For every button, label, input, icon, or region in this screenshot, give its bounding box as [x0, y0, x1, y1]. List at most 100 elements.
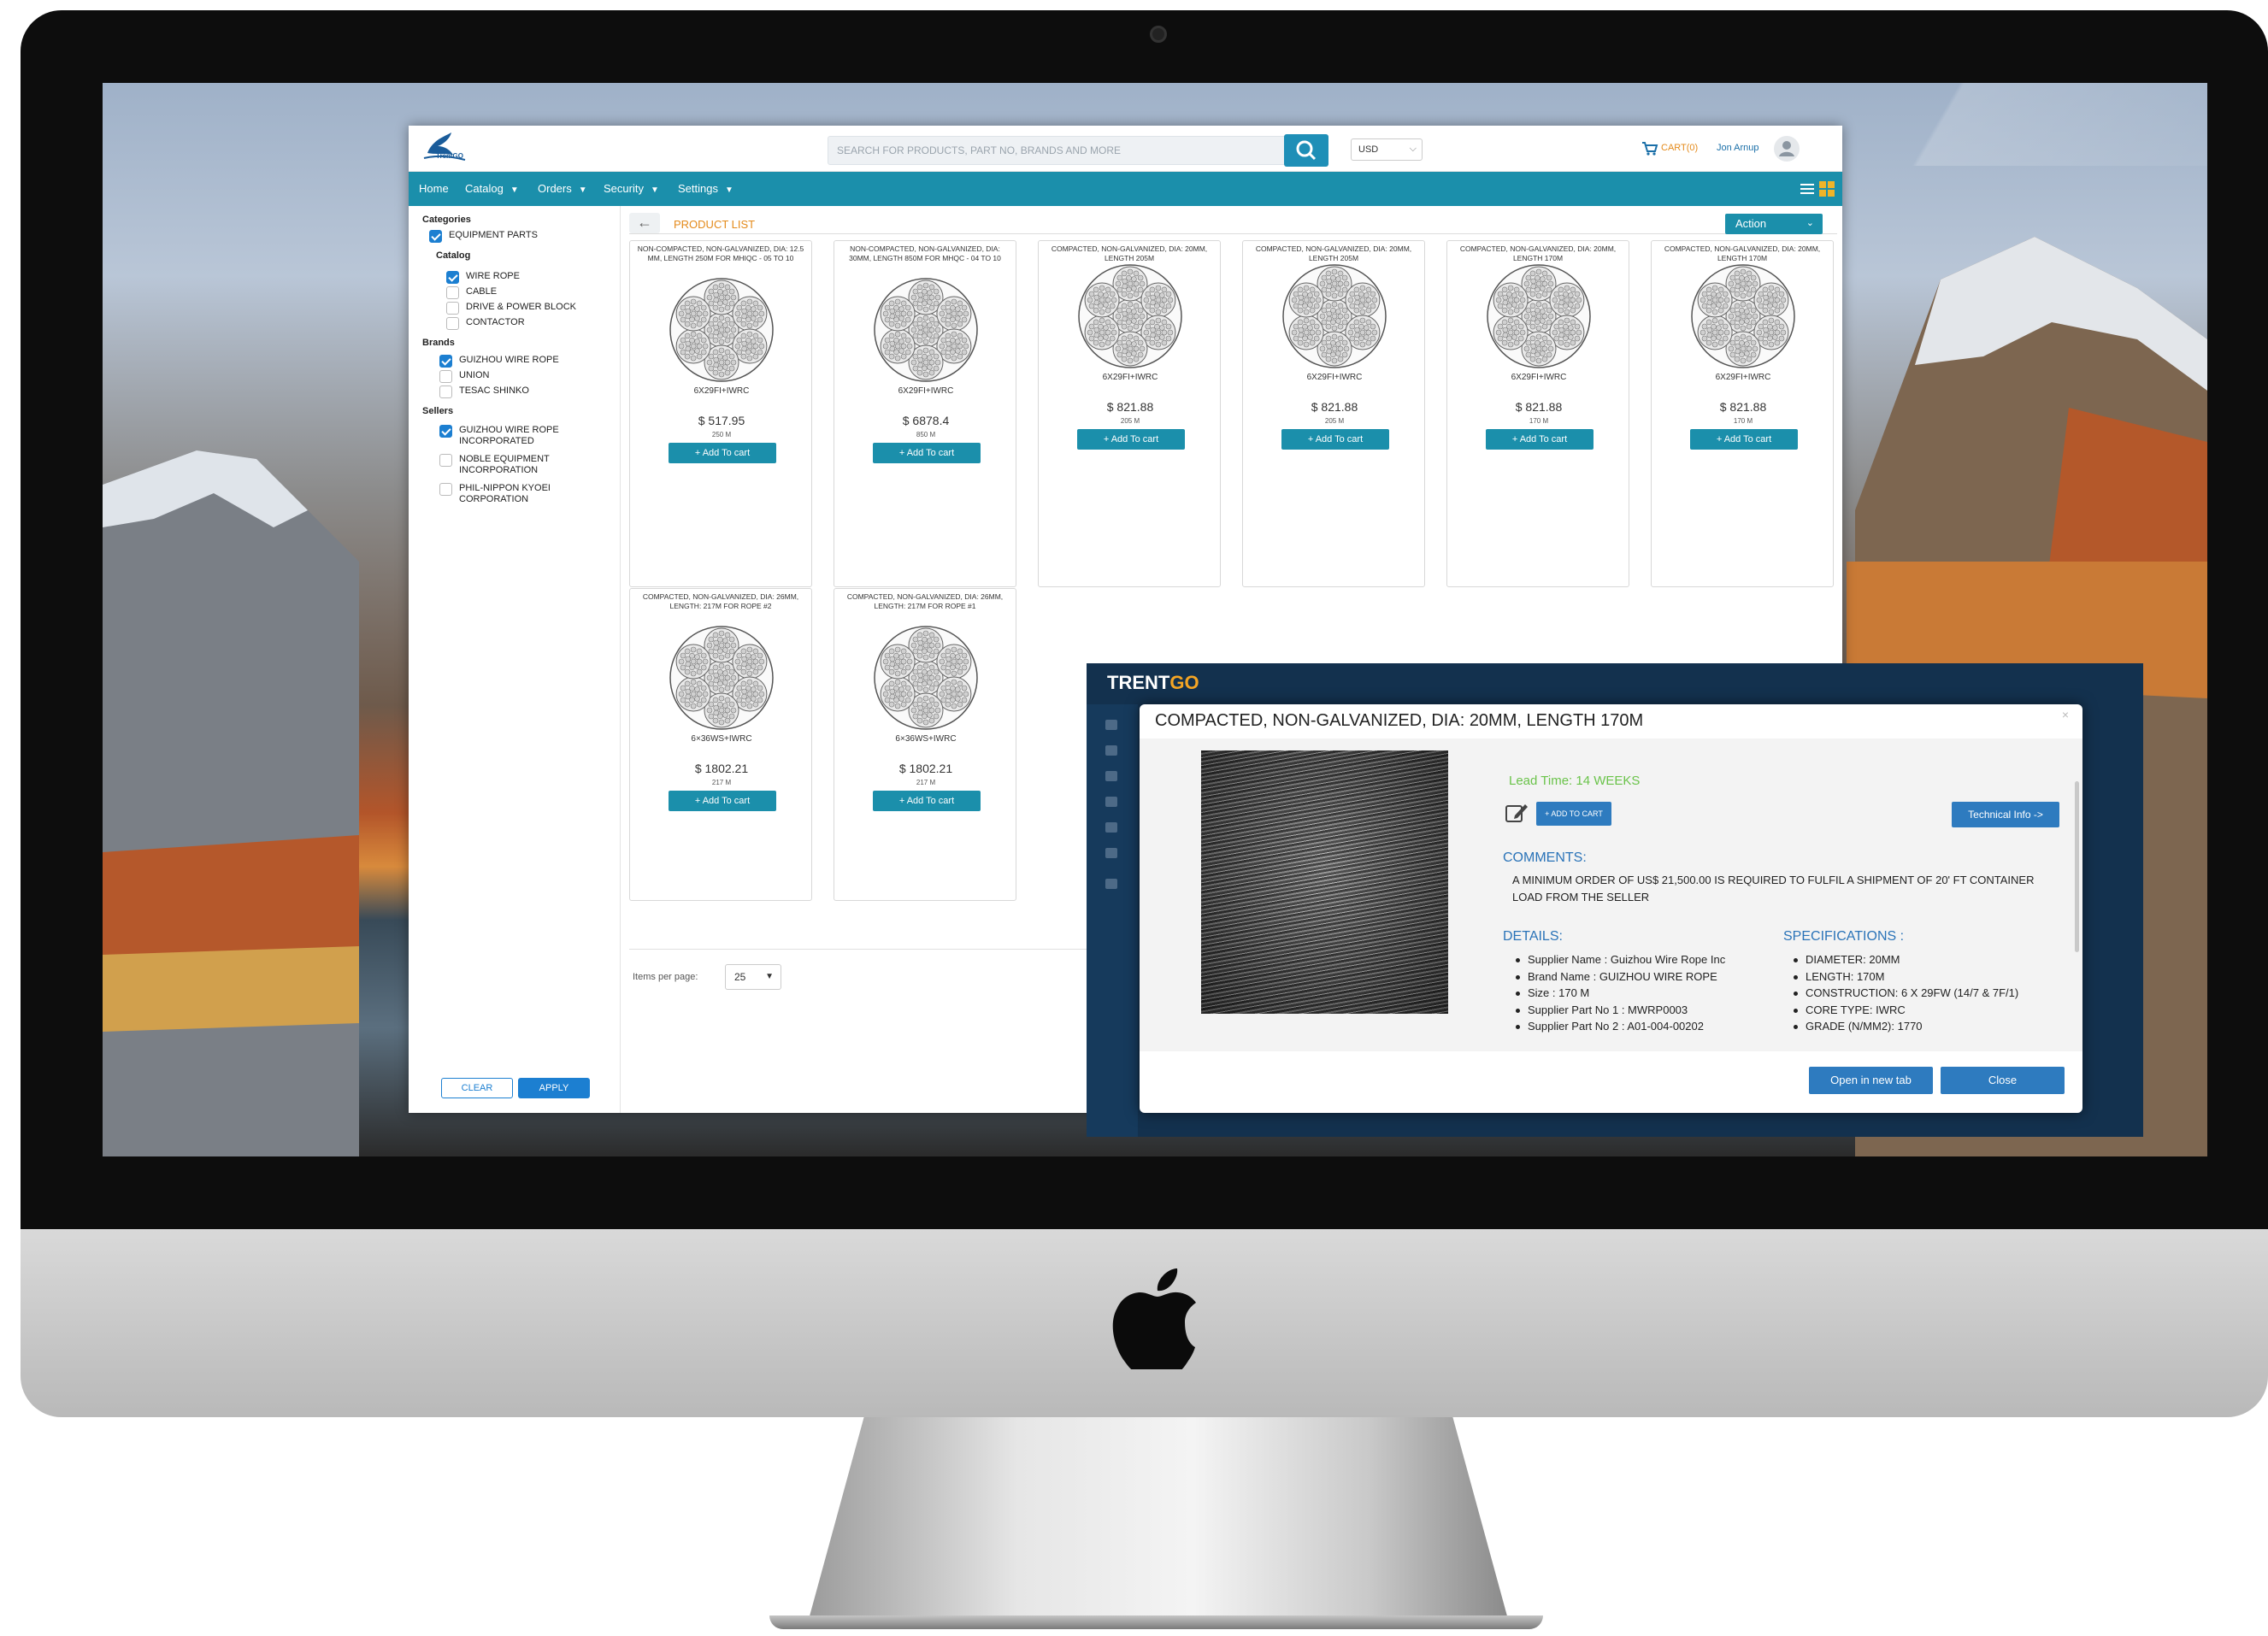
- avatar[interactable]: [1774, 136, 1800, 162]
- logo-wordmark: TrentGO: [436, 152, 464, 160]
- product-card[interactable]: COMPACTED, NON-GALVANIZED, DIA: 26MM, LE…: [629, 588, 812, 901]
- filter-seller-noble[interactable]: NOBLE EQUIPMENT INCORPORATION: [439, 454, 585, 476]
- checkbox[interactable]: [446, 302, 459, 315]
- checkbox[interactable]: [446, 271, 459, 284]
- filter-contactor[interactable]: CONTACTOR: [446, 317, 525, 330]
- nav-orders[interactable]: Orders ▼: [538, 182, 587, 195]
- filter-drive-power-block[interactable]: DRIVE & POWER BLOCK: [446, 302, 576, 315]
- checkbox[interactable]: [439, 425, 452, 438]
- cart-icon[interactable]: [1641, 141, 1658, 156]
- specifications-heading: SPECIFICATIONS :: [1783, 929, 1905, 944]
- details-list: Supplier Name : Guizhou Wire Rope Inc Br…: [1516, 951, 1725, 1035]
- product-code: 6×36WS+IWRC: [691, 734, 752, 744]
- filter-cable[interactable]: CABLE: [446, 286, 497, 299]
- add-to-cart-button[interactable]: + Add To cart: [1281, 429, 1389, 450]
- open-in-new-tab-button[interactable]: Open in new tab: [1809, 1067, 1933, 1094]
- filter-wire-rope[interactable]: WIRE ROPE: [446, 271, 520, 284]
- page-title: PRODUCT LIST: [674, 218, 756, 231]
- currency-select[interactable]: USD ⌵: [1351, 138, 1423, 161]
- lead-time: Lead Time: 14 WEEKS: [1509, 774, 1641, 788]
- checkbox[interactable]: [439, 454, 452, 467]
- checkbox[interactable]: [439, 385, 452, 398]
- checkbox[interactable]: [439, 483, 452, 496]
- filter-label: GUIZHOU WIRE ROPE INCORPORATED: [459, 425, 559, 446]
- list-item: DIAMETER: 20MM: [1794, 951, 2018, 968]
- filter-label: WIRE ROPE: [466, 271, 520, 281]
- product-price: $ 821.88: [1311, 400, 1358, 414]
- divider: [629, 949, 1125, 950]
- menu-icon[interactable]: [1105, 720, 1117, 730]
- bookmark-icon[interactable]: [1105, 797, 1117, 807]
- wire-rope-cross-section-image: [874, 626, 978, 730]
- search-input[interactable]: SEARCH FOR PRODUCTS, PART NO, BRANDS AND…: [828, 136, 1287, 165]
- add-to-cart-button[interactable]: + Add To cart: [873, 443, 981, 463]
- add-to-cart-button[interactable]: + Add To cart: [669, 791, 776, 811]
- action-dropdown[interactable]: Action ⌄: [1725, 214, 1823, 234]
- checkbox[interactable]: [446, 286, 459, 299]
- wire-rope-cross-section-image: [1691, 264, 1795, 368]
- gear-icon[interactable]: [1105, 879, 1117, 889]
- user-icon[interactable]: [1105, 822, 1117, 833]
- download-icon[interactable]: [1105, 771, 1117, 781]
- product-card[interactable]: COMPACTED, NON-GALVANIZED, DIA: 20MM, LE…: [1242, 240, 1425, 587]
- nav-settings[interactable]: Settings ▼: [678, 182, 733, 195]
- product-title: COMPACTED, NON-GALVANIZED, DIA: 20MM, LE…: [1664, 244, 1821, 262]
- checkbox[interactable]: [429, 230, 442, 243]
- filter-equipment-parts[interactable]: EQUIPMENT PARTS: [429, 230, 538, 243]
- product-length: 205 M: [1120, 417, 1140, 425]
- product-card[interactable]: COMPACTED, NON-GALVANIZED, DIA: 20MM, LE…: [1446, 240, 1629, 587]
- cart-count[interactable]: CART(0): [1661, 143, 1698, 153]
- wire-rope-cross-section-image: [1078, 264, 1182, 368]
- list-view-icon[interactable]: [1800, 182, 1814, 196]
- grid-view-icon[interactable]: [1819, 181, 1835, 197]
- checkbox[interactable]: [439, 355, 452, 368]
- add-to-cart-button[interactable]: + Add To cart: [1486, 429, 1593, 450]
- user-name[interactable]: Jon Arnup: [1717, 143, 1759, 153]
- product-card[interactable]: COMPACTED, NON-GALVANIZED, DIA: 20MM, LE…: [1651, 240, 1834, 587]
- add-to-cart-button[interactable]: + Add To cart: [1690, 429, 1798, 450]
- lock-icon[interactable]: [1105, 848, 1117, 858]
- scrollbar[interactable]: [2075, 781, 2079, 952]
- product-title: COMPACTED, NON-GALVANIZED, DIA: 26MM, LE…: [642, 592, 799, 610]
- filter-brand-union[interactable]: UNION: [439, 370, 489, 383]
- product-card[interactable]: COMPACTED, NON-GALVANIZED, DIA: 20MM, LE…: [1038, 240, 1221, 587]
- filter-brand-tesac[interactable]: TESAC SHINKO: [439, 385, 529, 398]
- nav-catalog[interactable]: Catalog ▼: [465, 182, 519, 195]
- trentgo-logo-icon[interactable]: [421, 131, 468, 165]
- checkbox[interactable]: [439, 370, 452, 383]
- caret-down-icon: ▼: [650, 185, 659, 195]
- filter-brand-guizhou[interactable]: GUIZHOU WIRE ROPE: [439, 355, 559, 368]
- caret-down-icon: ▼: [510, 185, 519, 195]
- sellers-heading: Sellers: [422, 406, 454, 416]
- product-card[interactable]: COMPACTED, NON-GALVANIZED, DIA: 26MM, LE…: [834, 588, 1016, 901]
- technical-info-button[interactable]: Technical Info ->: [1952, 802, 2059, 827]
- nav-security[interactable]: Security ▼: [604, 182, 659, 195]
- product-code: 6×36WS+IWRC: [895, 734, 957, 744]
- logo-go: GO: [1169, 672, 1199, 693]
- briefcase-icon[interactable]: [1105, 745, 1117, 756]
- search-button[interactable]: [1284, 134, 1328, 167]
- filter-label: UNION: [459, 370, 490, 380]
- filter-seller-guizhou[interactable]: GUIZHOU WIRE ROPE INCORPORATED: [439, 425, 585, 447]
- checkbox[interactable]: [446, 317, 459, 330]
- close-button[interactable]: Close: [1941, 1067, 2065, 1094]
- items-per-page-value: 25: [734, 971, 746, 983]
- clear-button[interactable]: CLEAR: [441, 1078, 513, 1098]
- product-price: $ 1802.21: [694, 762, 749, 775]
- add-to-cart-button[interactable]: + Add To cart: [669, 443, 776, 463]
- edit-icon[interactable]: [1505, 802, 1529, 824]
- filter-seller-phil-nippon[interactable]: PHIL-NIPPON KYOEI CORPORATION: [439, 483, 585, 505]
- nav-home-label: Home: [419, 182, 449, 195]
- add-to-cart-button[interactable]: + Add To cart: [1077, 429, 1185, 450]
- close-icon[interactable]: ×: [2062, 708, 2069, 721]
- filter-label: CONTACTOR: [466, 317, 525, 327]
- back-button[interactable]: ←: [629, 213, 660, 233]
- items-per-page-select[interactable]: 25 ▼: [725, 964, 781, 990]
- product-price: $ 821.88: [1719, 400, 1767, 414]
- add-to-cart-button[interactable]: + Add To cart: [873, 791, 981, 811]
- add-to-cart-button[interactable]: + ADD TO CART: [1536, 802, 1611, 826]
- product-card[interactable]: NON-COMPACTED, NON-GALVANIZED, DIA: 12.5…: [629, 240, 812, 587]
- apply-button[interactable]: APPLY: [518, 1078, 590, 1098]
- nav-home[interactable]: Home: [419, 182, 449, 195]
- product-card[interactable]: NON-COMPACTED, NON-GALVANIZED, DIA: 30MM…: [834, 240, 1016, 587]
